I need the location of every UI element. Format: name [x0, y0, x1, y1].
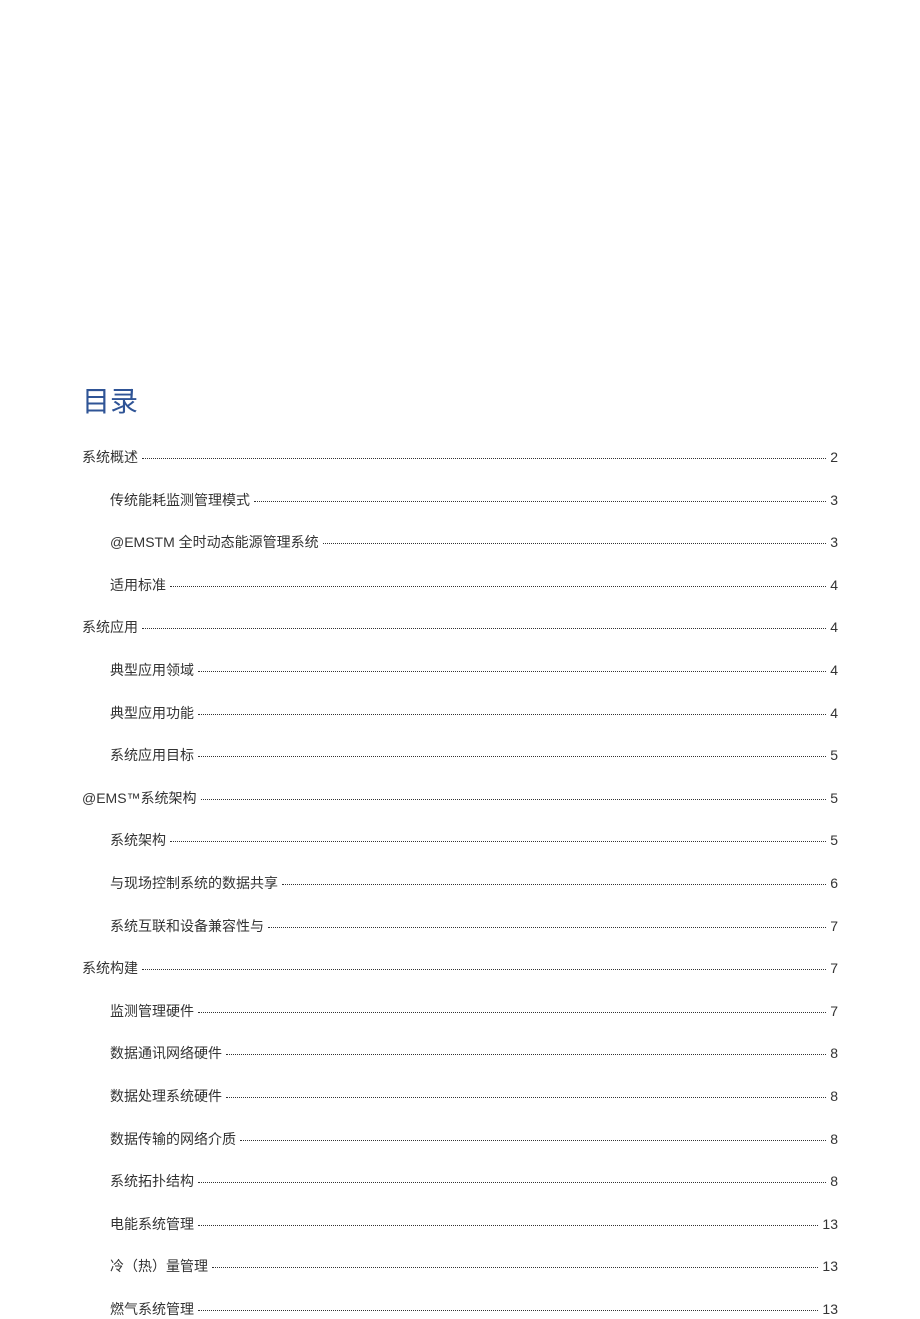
- toc-entry-page: 13: [822, 1215, 838, 1235]
- toc-entry-label: 典型应用领域: [110, 661, 194, 681]
- toc-dots-leader: [226, 1097, 826, 1098]
- toc-dots-leader: [170, 586, 826, 587]
- toc-entry-label: 系统拓扑结构: [110, 1172, 194, 1192]
- toc-entry[interactable]: 典型应用功能 4: [82, 704, 838, 724]
- toc-entry-label: @EMS™系统架构: [82, 789, 197, 809]
- toc-entry-page: 8: [830, 1130, 838, 1150]
- toc-dots-leader: [201, 799, 827, 800]
- toc-entry-page: 5: [830, 831, 838, 851]
- toc-entry[interactable]: @EMS™系统架构 5: [82, 789, 838, 809]
- toc-dots-leader: [198, 671, 826, 672]
- toc-entry-page: 6: [830, 874, 838, 894]
- toc-list: 系统概述2传统能耗监测管理模式3@EMSTM 全时动态能源管理系统3适用标准4系…: [82, 448, 838, 1319]
- toc-entry-label: 监测管理硬件: [110, 1002, 194, 1022]
- toc-entry-page: 3: [830, 533, 838, 553]
- toc-dots-leader: [142, 458, 826, 459]
- toc-entry-page: 2: [830, 448, 838, 468]
- toc-dots-leader: [198, 1012, 826, 1013]
- toc-entry[interactable]: 系统构建 7: [82, 959, 838, 979]
- toc-entry[interactable]: 冷（热）量管理 13: [82, 1257, 838, 1277]
- toc-entry[interactable]: 系统应用目标 5: [82, 746, 838, 766]
- toc-entry[interactable]: 适用标准 4: [82, 576, 838, 596]
- toc-entry-label: 适用标准: [110, 576, 166, 596]
- toc-entry[interactable]: 系统互联和设备兼容性与 7: [82, 917, 838, 937]
- toc-dots-leader: [226, 1054, 826, 1055]
- toc-dots-leader: [254, 501, 826, 502]
- toc-entry-page: 7: [830, 959, 838, 979]
- toc-entry-label: 数据传输的网络介质: [110, 1130, 236, 1150]
- toc-dots-leader: [198, 1182, 826, 1183]
- toc-dots-leader: [198, 756, 826, 757]
- toc-dots-leader: [268, 927, 826, 928]
- toc-entry[interactable]: @EMSTM 全时动态能源管理系统 3: [82, 533, 838, 553]
- toc-dots-leader: [198, 714, 826, 715]
- toc-dots-leader: [170, 841, 826, 842]
- toc-entry-page: 3: [830, 491, 838, 511]
- toc-entry-page: 5: [830, 789, 838, 809]
- toc-entry-page: 8: [830, 1044, 838, 1064]
- toc-entry-page: 4: [830, 576, 838, 596]
- toc-dots-leader: [323, 543, 827, 544]
- toc-entry-page: 4: [830, 661, 838, 681]
- toc-entry-label: 数据处理系统硬件: [110, 1087, 222, 1107]
- toc-dots-leader: [142, 628, 826, 629]
- toc-entry[interactable]: 系统概述 2: [82, 448, 838, 468]
- toc-entry-label: 系统概述: [82, 448, 138, 468]
- toc-dots-leader: [282, 884, 826, 885]
- toc-entry[interactable]: 数据通讯网络硬件 8: [82, 1044, 838, 1064]
- toc-entry[interactable]: 监测管理硬件 7: [82, 1002, 838, 1022]
- toc-entry-label: 系统架构: [110, 831, 166, 851]
- toc-title: 目录: [82, 380, 838, 420]
- toc-entry-label: 系统互联和设备兼容性与: [110, 917, 264, 937]
- toc-entry[interactable]: 系统拓扑结构 8: [82, 1172, 838, 1192]
- toc-entry-label: 系统应用目标: [110, 746, 194, 766]
- toc-entry-label: @EMSTM 全时动态能源管理系统: [110, 533, 319, 553]
- toc-entry-page: 13: [822, 1300, 838, 1319]
- toc-entry-page: 8: [830, 1087, 838, 1107]
- toc-entry[interactable]: 燃气系统管理 13: [82, 1300, 838, 1319]
- toc-entry[interactable]: 传统能耗监测管理模式 3: [82, 491, 838, 511]
- toc-entry-page: 5: [830, 746, 838, 766]
- toc-entry-label: 电能系统管理: [110, 1215, 194, 1235]
- toc-entry-label: 系统构建: [82, 959, 138, 979]
- toc-entry-page: 4: [830, 704, 838, 724]
- toc-entry[interactable]: 电能系统管理 13: [82, 1215, 838, 1235]
- toc-entry-label: 数据通讯网络硬件: [110, 1044, 222, 1064]
- toc-entry-label: 系统应用: [82, 618, 138, 638]
- toc-entry-label: 与现场控制系统的数据共享: [110, 874, 278, 894]
- toc-dots-leader: [142, 969, 826, 970]
- toc-dots-leader: [198, 1225, 818, 1226]
- toc-dots-leader: [212, 1267, 818, 1268]
- toc-entry-page: 7: [830, 1002, 838, 1022]
- toc-entry[interactable]: 典型应用领域 4: [82, 661, 838, 681]
- toc-dots-leader: [198, 1310, 818, 1311]
- toc-entry[interactable]: 数据处理系统硬件 8: [82, 1087, 838, 1107]
- toc-entry[interactable]: 数据传输的网络介质 8: [82, 1130, 838, 1150]
- toc-dots-leader: [240, 1140, 826, 1141]
- toc-entry-label: 冷（热）量管理: [110, 1257, 208, 1277]
- toc-entry[interactable]: 系统架构 5: [82, 831, 838, 851]
- toc-entry-label: 燃气系统管理: [110, 1300, 194, 1319]
- toc-entry-label: 传统能耗监测管理模式: [110, 491, 250, 511]
- toc-entry-page: 7: [830, 917, 838, 937]
- toc-entry-page: 8: [830, 1172, 838, 1192]
- toc-entry[interactable]: 系统应用 4: [82, 618, 838, 638]
- toc-entry-page: 4: [830, 618, 838, 638]
- toc-entry-page: 13: [822, 1257, 838, 1277]
- toc-entry[interactable]: 与现场控制系统的数据共享 6: [82, 874, 838, 894]
- toc-entry-label: 典型应用功能: [110, 704, 194, 724]
